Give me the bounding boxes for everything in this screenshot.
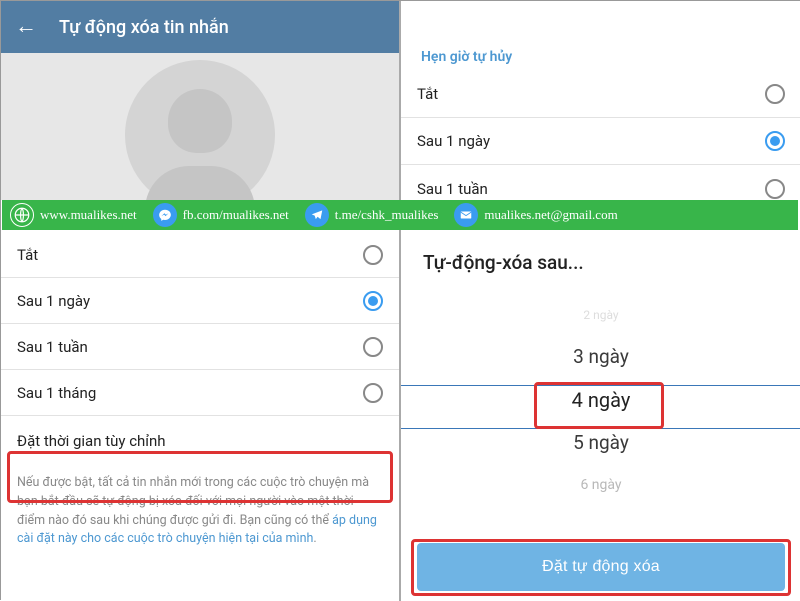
picker-selection-lines [401, 385, 800, 429]
option-label: Sau 1 tuần [17, 338, 88, 356]
option-off[interactable]: Tắt [1, 232, 399, 278]
footnote: Nếu được bật, tất cả tin nhắn mới trong … [1, 466, 399, 549]
banner-email[interactable]: mualikes.net@gmail.com [484, 207, 617, 223]
radio-icon[interactable] [765, 131, 785, 151]
option-label: Sau 1 ngày [17, 292, 90, 310]
option-custom[interactable]: Đặt thời gian tùy chỉnh [1, 416, 399, 466]
radio-icon[interactable] [765, 84, 785, 104]
picker-title: Tự-động-xóa sau... [401, 231, 800, 288]
radio-icon[interactable] [363, 383, 383, 403]
radio-icon[interactable] [363, 245, 383, 265]
custom-time-picker: Tự-động-xóa sau... 2 ngày 3 ngày 4 ngày … [401, 231, 800, 601]
right-screenshot: Hẹn giờ tự hủy Tắt Sau 1 ngày Sau 1 tuần… [401, 1, 800, 601]
option-label: Tắt [417, 85, 438, 103]
picker-item[interactable]: 6 ngày [401, 464, 800, 506]
option-1-week[interactable]: Sau 1 tuần [1, 324, 399, 370]
telegram-icon [305, 203, 329, 227]
banner-tg[interactable]: t.me/cshk_mualikes [335, 207, 439, 223]
back-arrow-icon[interactable]: ← [15, 16, 37, 38]
page-title: Tự động xóa tin nhắn [59, 17, 229, 38]
option-label: Đặt thời gian tùy chỉnh [17, 432, 166, 450]
picker-wheel[interactable]: 2 ngày 3 ngày 4 ngày 5 ngày 6 ngày [401, 294, 800, 524]
banner-site[interactable]: www.mualikes.net [40, 207, 137, 223]
option-1-day[interactable]: Sau 1 ngày [1, 278, 399, 324]
option-1-day-r[interactable]: Sau 1 ngày [401, 118, 800, 165]
banner-fb[interactable]: fb.com/mualikes.net [183, 207, 289, 223]
apply-button[interactable]: Đặt tự động xóa [417, 543, 785, 591]
globe-icon [10, 203, 34, 227]
radio-icon[interactable] [363, 337, 383, 357]
app-bar: ← Tự động xóa tin nhắn [1, 1, 399, 53]
option-label: Sau 1 tháng [17, 384, 96, 402]
option-label: Tắt [17, 246, 38, 264]
picker-item[interactable]: 2 ngày [401, 294, 800, 336]
email-icon [454, 203, 478, 227]
option-label: Sau 1 tuần [417, 180, 488, 198]
profile-placeholder [1, 53, 399, 200]
radio-icon[interactable] [765, 179, 785, 199]
option-1-month[interactable]: Sau 1 tháng [1, 370, 399, 416]
section-title-right: Hẹn giờ tự hủy [401, 39, 800, 71]
picker-item[interactable]: 3 ngày [401, 336, 800, 378]
option-off-r[interactable]: Tắt [401, 71, 800, 118]
option-label: Sau 1 ngày [417, 132, 490, 150]
messenger-icon [153, 203, 177, 227]
radio-icon[interactable] [363, 291, 383, 311]
promo-banner: www.mualikes.net fb.com/mualikes.net t.m… [2, 200, 798, 230]
left-screenshot: ← Tự động xóa tin nhắn Hẹn giờ tự hủy Tắ… [1, 1, 401, 601]
avatar-icon [125, 60, 275, 200]
